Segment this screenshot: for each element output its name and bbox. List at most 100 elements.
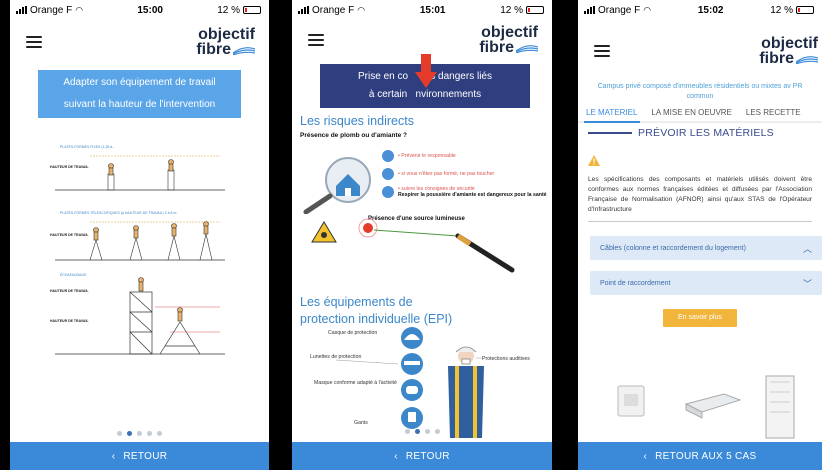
label-height-3: HAUTEUR DE TRAVAIL — [50, 289, 89, 293]
down-arrow-icon — [415, 54, 437, 88]
signal-group: Orange F ◠ — [16, 5, 83, 16]
label-height-1: HAUTEUR DE TRAVAIL — [50, 165, 89, 169]
screen-dangers: Orange F ◠ 15:01 12 % objectif fibre Pri… — [292, 0, 552, 470]
carousel-dot-active[interactable] — [127, 431, 132, 436]
wifi-icon: ◠ — [357, 4, 366, 15]
battery-percent: 12 % — [217, 4, 240, 16]
battery-percent: 12 % — [770, 4, 793, 16]
section-title-ppe: Les équipements de protection individuel… — [300, 294, 452, 328]
signal-group: Orange F ◠ — [298, 5, 365, 16]
tab-recettes[interactable]: LES RECETTE — [746, 108, 801, 117]
tab-indicator — [578, 121, 822, 123]
warning-icon — [588, 155, 600, 166]
carousel-dots[interactable] — [292, 429, 552, 434]
label-telescopic: PLATES-FORMES TÉLESCOPIQUES (à HAUTEUR D… — [60, 210, 176, 215]
section-heading: PRÉVOIR LES MATÉRIELS — [578, 127, 822, 139]
wifi-icon: ◠ — [643, 4, 652, 15]
logo-line2: fibre — [479, 39, 514, 56]
screen-equipment-height: Orange F ◠ 15:00 12 % objectif fibre Ada… — [10, 0, 269, 470]
menu-icon[interactable] — [26, 36, 42, 48]
menu-icon[interactable] — [308, 34, 324, 46]
ppe-label-ear: Protections auditives — [482, 356, 530, 362]
logo-line2: fibre — [196, 41, 231, 58]
menu-icon[interactable] — [594, 45, 610, 57]
logo-line1: objectif — [481, 23, 538, 41]
battery-percent: 12 % — [500, 4, 523, 16]
chevron-left-icon: ‹ — [643, 450, 648, 462]
accordion-label: Point de raccordement — [600, 279, 671, 287]
fibre-waves-icon — [516, 44, 538, 53]
carousel-dot[interactable] — [137, 431, 142, 436]
back-button[interactable]: ‹ RETOUR — [10, 442, 269, 470]
signal-bars-icon — [584, 6, 595, 14]
carrier-label: Orange F — [312, 4, 355, 16]
ppe-label-gloves: Gants — [354, 420, 368, 426]
carousel-dot[interactable] — [117, 431, 122, 436]
battery-icon — [795, 6, 814, 14]
advice-item: • Prévenir le responsable — [382, 150, 547, 162]
battery-icon — [242, 6, 261, 14]
clock: 15:01 — [419, 4, 446, 16]
tab-materiel[interactable]: LE MATERIEL — [586, 108, 637, 117]
logo[interactable]: objectif fibre — [759, 35, 818, 67]
carousel-dot[interactable] — [434, 429, 440, 434]
label-fixed-platforms: PLATES-FORMES FIXES (1,25 à... — [60, 145, 115, 149]
wall-box-image — [617, 385, 645, 417]
carousel-dot-active[interactable] — [414, 429, 420, 434]
banner-line2: suivant la hauteur de l'intervention — [63, 99, 216, 110]
label-scaffold: ÉCHAFAUDAGE — [60, 272, 87, 277]
chevron-left-icon: ‹ — [394, 450, 398, 462]
carousel-dots[interactable] — [10, 431, 269, 436]
accordion-point-raccordement[interactable]: Point de raccordement ﹀ — [590, 271, 822, 295]
status-bar: Orange F ◠ 15:02 12 % — [578, 0, 822, 20]
carousel-dot[interactable] — [157, 431, 162, 436]
laser-light-illustration — [311, 218, 515, 273]
alert-icon — [382, 150, 394, 162]
ppe-label-helmet: Casque de protection — [328, 330, 377, 336]
carousel-dot[interactable] — [424, 429, 430, 434]
tab-mise-en-oeuvre[interactable]: LA MISE EN OEUVRE — [651, 108, 731, 117]
clock: 15:00 — [137, 4, 163, 16]
carousel-dot[interactable] — [147, 431, 152, 436]
accordion-cables[interactable]: Câbles (colonne et raccordement du logem… — [590, 236, 822, 260]
hand-icon — [382, 168, 394, 180]
equipment-images — [617, 375, 795, 439]
warning-text: Les spécifications des composants et mat… — [588, 176, 812, 213]
app-header: objectif fibre — [578, 20, 822, 82]
ppe-label-glasses: Lunettes de protection — [310, 354, 361, 360]
house-magnifier-icon — [303, 157, 371, 214]
app-header: objectif fibre — [10, 20, 269, 64]
asbestos-advice-list: • Prévenir le responsable • si vous n'êt… — [382, 150, 547, 204]
section-title-indirect-risks: Les risques indirects — [300, 114, 414, 128]
back-to-cases-button[interactable]: ‹ RETOUR AUX 5 CAS — [578, 442, 822, 470]
advice-item: • si vous n'êtes pas formé, ne pas touch… — [382, 168, 547, 180]
carousel-dot[interactable] — [404, 429, 410, 434]
logo[interactable]: objectif fibre — [479, 23, 538, 56]
status-bar: Orange F ◠ 15:00 12 % — [10, 0, 269, 20]
logo[interactable]: objectif fibre — [196, 25, 255, 58]
wifi-icon: ◠ — [75, 4, 84, 15]
chevron-down-icon: ﹀ — [802, 278, 812, 289]
advice-item: • suivre les consignes de sécurité Respir… — [382, 186, 547, 198]
ppe-title-line1: Les équipements de — [300, 295, 413, 309]
learn-more-button[interactable]: En savoir plus — [663, 309, 737, 327]
cable-box-image — [684, 393, 742, 419]
asbestos-question: Présence de plomb ou d'amiante ? — [300, 132, 408, 139]
mask-icon — [382, 186, 394, 198]
battery-group: 12 % — [217, 5, 261, 16]
accordion-label: Câbles (colonne et raccordement du logem… — [600, 244, 746, 252]
fibre-waves-icon — [796, 55, 818, 64]
signal-bars-icon — [298, 6, 309, 14]
label-height-4: HAUTEUR DE TRAVAIL — [50, 319, 89, 323]
clock: 15:02 — [697, 4, 724, 16]
back-label: RETOUR AUX 5 CAS — [655, 450, 757, 462]
title-banner: Prise en co des dangers liés à certain n… — [320, 54, 530, 108]
chevron-left-icon: ‹ — [111, 450, 116, 462]
carrier-label: Orange F — [598, 4, 641, 16]
back-label: RETOUR — [123, 450, 168, 462]
signal-group: Orange F ◠ — [584, 5, 651, 16]
banner-line1: Adapter son équipement de travail — [63, 77, 216, 88]
back-button[interactable]: ‹ RETOUR — [292, 442, 552, 470]
logo-line2: fibre — [759, 50, 794, 67]
logo-line1: objectif — [198, 25, 255, 43]
